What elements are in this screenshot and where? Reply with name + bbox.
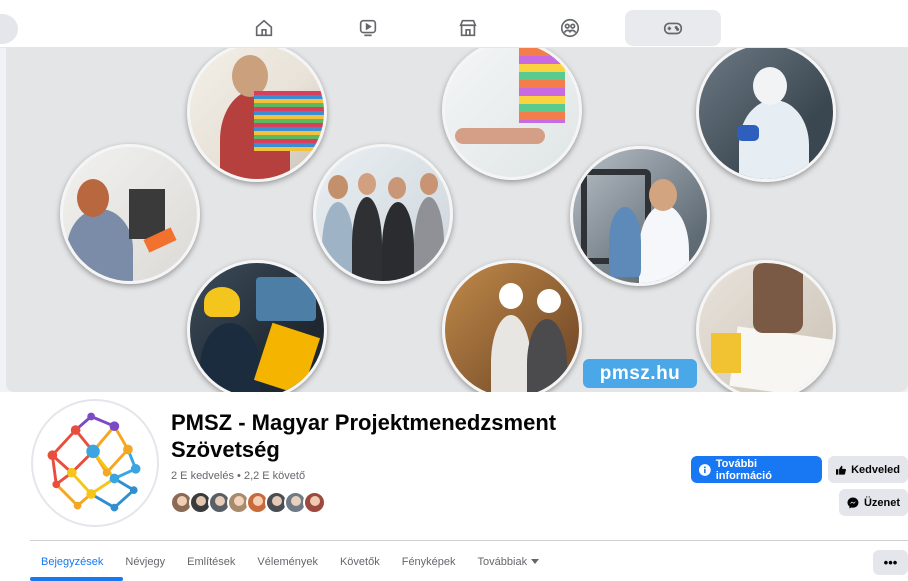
cover-image-warehouse xyxy=(442,260,582,392)
nav-home[interactable] xyxy=(216,10,312,46)
video-icon xyxy=(359,19,377,37)
more-info-button[interactable]: További információ xyxy=(691,456,822,483)
tab-posts[interactable]: Bejegyzések xyxy=(30,549,114,575)
tab-about[interactable]: Névjegy xyxy=(114,549,176,575)
cover-image-forklift xyxy=(570,146,710,286)
cover-image-engineer xyxy=(187,260,327,392)
profile-divider xyxy=(30,540,908,541)
network-logo-icon xyxy=(47,412,141,512)
tab-label: Továbbiak xyxy=(477,556,528,568)
message-button[interactable]: Üzenet xyxy=(839,489,908,516)
tab-reviews[interactable]: Vélemények xyxy=(246,549,329,575)
menu-edge-button[interactable] xyxy=(0,14,18,44)
thumbs-up-icon xyxy=(836,465,846,475)
nav-video[interactable] xyxy=(320,10,416,46)
website-badge: pmsz.hu xyxy=(583,359,697,388)
like-label: Kedveled xyxy=(851,463,900,476)
nav-gaming[interactable] xyxy=(625,10,721,46)
cover-image-sticky-notes xyxy=(442,48,582,180)
message-label: Üzenet xyxy=(863,496,900,509)
more-options-icon: ••• xyxy=(883,555,898,570)
more-info-label: További információ xyxy=(715,457,772,482)
cover-image-planning xyxy=(696,260,836,392)
profile-tabs: Bejegyzések Névjegy Említések Vélemények… xyxy=(30,549,550,575)
follower-avatars[interactable] xyxy=(170,491,326,515)
page-title: PMSZ - Magyar Projektmenedzsment Szövets… xyxy=(171,410,557,462)
groups-icon xyxy=(560,18,580,38)
tab-more[interactable]: Továbbiak xyxy=(467,549,551,575)
gaming-icon xyxy=(663,22,683,35)
tab-label: Vélemények xyxy=(257,556,318,568)
info-icon xyxy=(699,463,711,476)
tab-label: Névjegy xyxy=(125,556,166,568)
nav-groups[interactable] xyxy=(522,10,618,46)
profile-logo[interactable] xyxy=(31,399,159,527)
marketplace-icon xyxy=(459,19,477,37)
home-icon xyxy=(255,19,273,37)
nav-marketplace[interactable] xyxy=(420,10,516,46)
active-tab-indicator xyxy=(30,577,123,581)
tab-label: Fényképek xyxy=(401,556,456,568)
like-button[interactable]: Kedveled xyxy=(828,456,908,483)
tab-label: Követők xyxy=(339,556,380,568)
cover-image-business-team xyxy=(313,144,453,284)
caret-down-icon xyxy=(531,559,540,564)
cover-image-3d-printer xyxy=(60,144,200,284)
tab-label: Említések xyxy=(187,556,236,568)
messenger-icon xyxy=(847,497,859,508)
page-stats[interactable]: 2 E kedvelés • 2,2 E követő xyxy=(171,470,305,482)
tab-followers[interactable]: Követők xyxy=(329,549,391,575)
cover-photo[interactable]: pmsz.hu xyxy=(6,48,908,392)
tab-mentions[interactable]: Említések xyxy=(176,549,246,575)
cover-image-designer xyxy=(187,48,327,182)
tab-photos[interactable]: Fényképek xyxy=(391,549,467,575)
tab-label: Bejegyzések xyxy=(41,556,104,568)
avatar[interactable] xyxy=(303,491,326,514)
cover-image-laboratory xyxy=(696,48,836,182)
top-navigation-bar xyxy=(0,0,908,48)
more-options-button[interactable]: ••• xyxy=(873,550,908,575)
